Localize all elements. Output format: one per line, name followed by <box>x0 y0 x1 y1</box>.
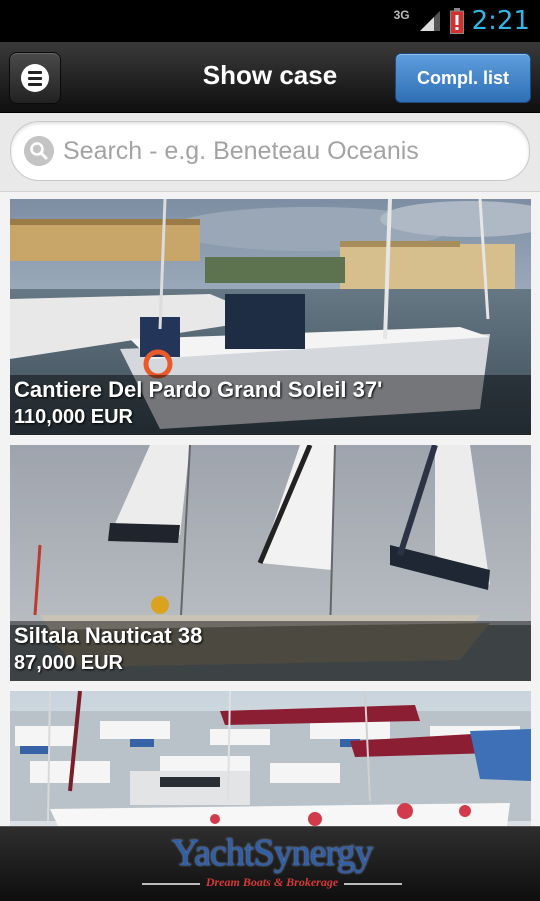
app-header: Show case Compl. list <box>0 42 540 113</box>
search-icon <box>24 136 54 166</box>
status-bar: 3G 2:21 <box>0 0 540 42</box>
clock: 2:21 <box>471 6 530 36</box>
battery-icon <box>449 8 464 34</box>
signal-icon <box>419 11 440 31</box>
listing-photo <box>10 691 531 826</box>
logo-divider <box>142 883 200 885</box>
status-icons: 3G 2:21 <box>394 6 530 36</box>
listing-list: Cantiere Del Pardo Grand Soleil 37' 110,… <box>0 192 540 826</box>
listing-card[interactable]: Cantiere Del Pardo Grand Soleil 37' 110,… <box>10 199 531 435</box>
search-box <box>10 121 530 181</box>
listing-price: 87,000 EUR <box>14 652 123 674</box>
logo-divider <box>344 883 402 885</box>
logo-text: YachtSynergy <box>171 832 374 874</box>
listing-card[interactable] <box>10 691 531 826</box>
menu-icon <box>21 64 49 92</box>
search-bar <box>0 113 540 192</box>
listing-card[interactable]: Siltala Nauticat 38 87,000 EUR <box>10 445 531 681</box>
menu-button[interactable] <box>9 52 61 104</box>
complete-list-button[interactable]: Compl. list <box>395 53 531 103</box>
listing-price: 110,000 EUR <box>14 406 133 428</box>
yachtsynergy-logo: YachtSynergy Dream Boats & Brokerage <box>142 833 402 895</box>
network-type: 3G <box>393 8 410 22</box>
search-input[interactable] <box>63 131 513 171</box>
listing-name: Cantiere Del Pardo Grand Soleil 37' <box>14 377 383 402</box>
footer: YachtSynergy Dream Boats & Brokerage <box>0 826 540 901</box>
listing-name: Siltala Nauticat 38 <box>14 623 203 648</box>
